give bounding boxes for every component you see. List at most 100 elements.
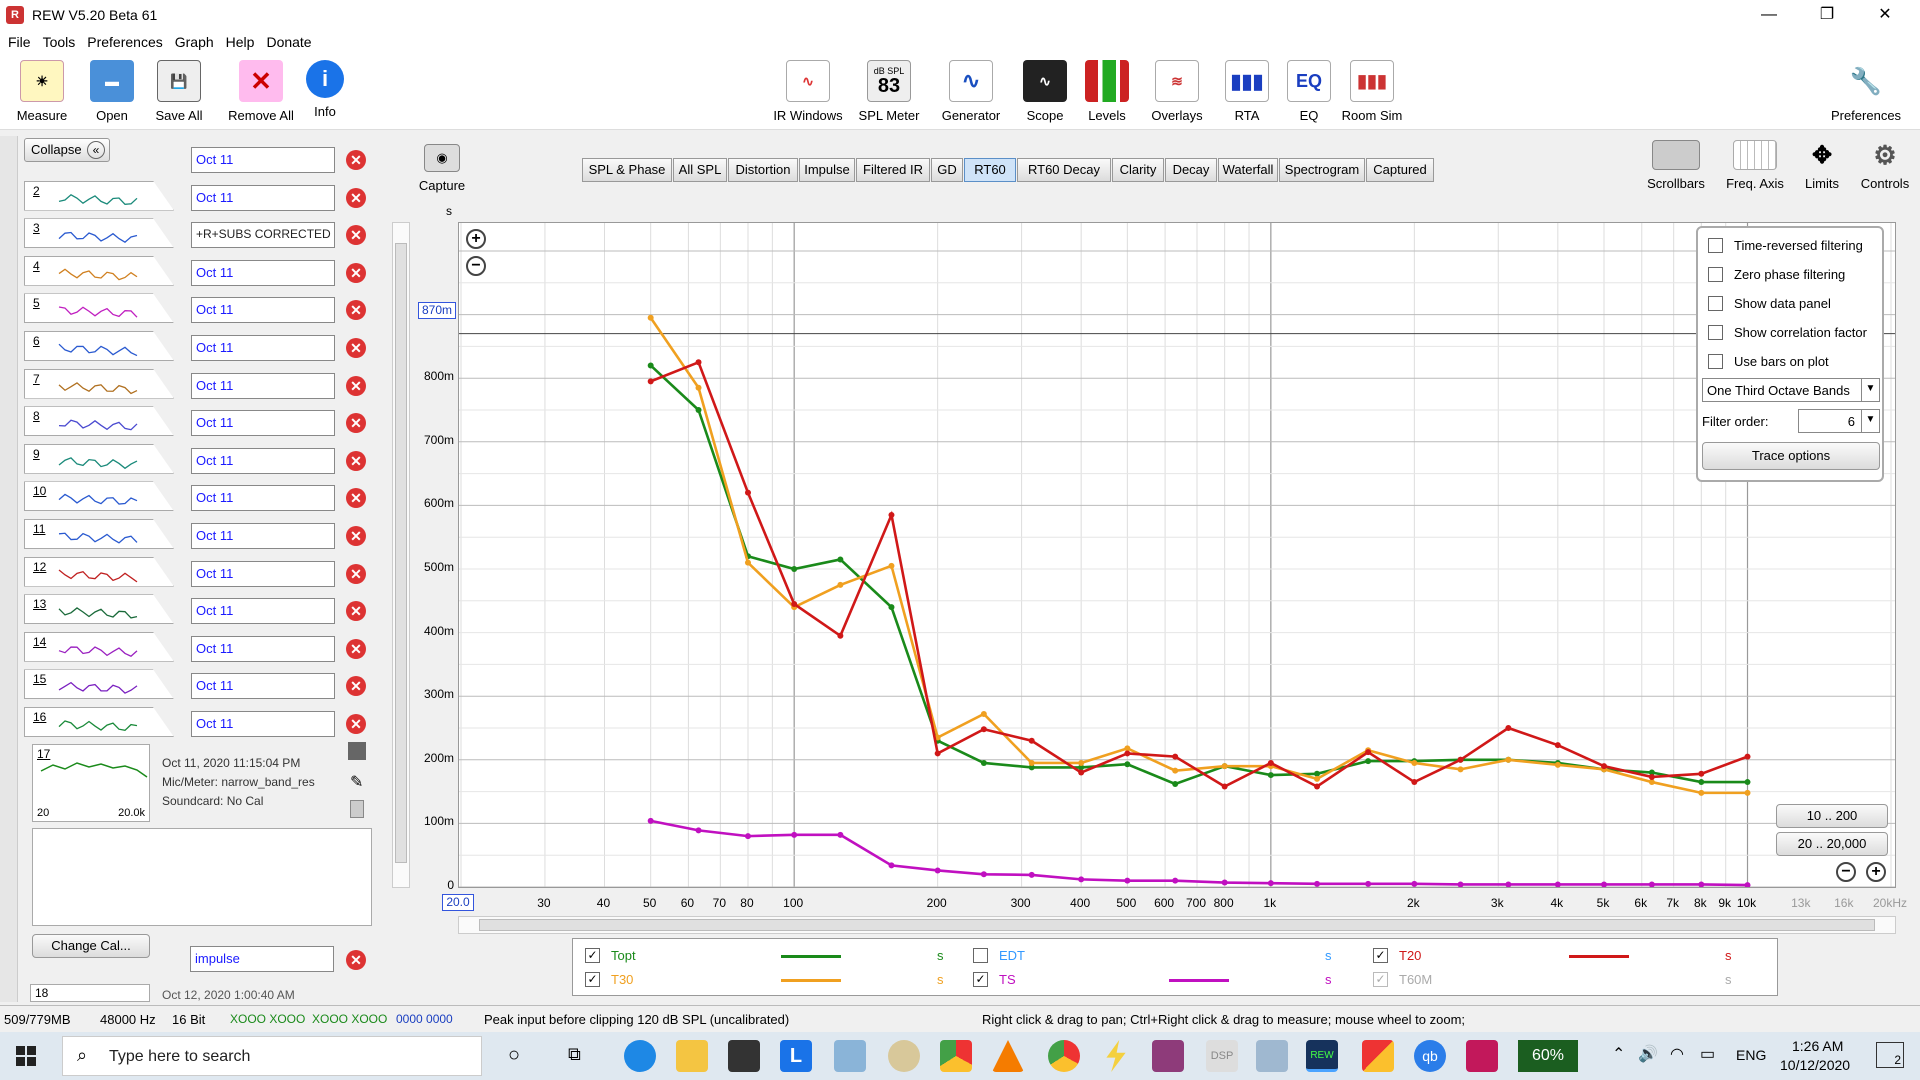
measurement-name-field[interactable]: Oct 11	[191, 184, 335, 211]
delete-measurement-icon[interactable]: ✕	[346, 714, 366, 734]
lightning-icon[interactable]	[1106, 1040, 1126, 1072]
measurement-thumbnail[interactable]: 7	[24, 368, 174, 399]
rew-taskbar-icon[interactable]: REW	[1306, 1040, 1338, 1072]
notes-icon[interactable]	[350, 800, 364, 818]
menu-donate[interactable]: Donate	[266, 34, 311, 50]
show-correlation-checkbox[interactable]: Show correlation factor	[1708, 323, 1886, 343]
checkbox-box[interactable]	[1708, 325, 1723, 340]
time-reversed-checkbox[interactable]: Time-reversed filtering	[1708, 236, 1886, 256]
zoom-out-icon[interactable]: −	[466, 256, 486, 276]
legend-topt[interactable]: ✓ Topt s	[585, 947, 965, 967]
measurements-scrollbar[interactable]	[0, 136, 18, 1002]
legend-checkbox[interactable]: ✓	[1373, 948, 1388, 963]
wifi-icon[interactable]: ◠	[1670, 1044, 1684, 1064]
measurement-row[interactable]: 15 Oct 11 ✕	[24, 666, 380, 702]
rt60-graph[interactable]	[458, 222, 1897, 889]
scope-button[interactable]: ∿ Scope	[1022, 60, 1068, 123]
pencil-icon[interactable]: ✎	[350, 772, 363, 792]
tab-decay[interactable]: Decay	[1165, 158, 1217, 182]
freq-axis-button[interactable]: Freq. Axis	[1720, 140, 1790, 191]
chrome-icon[interactable]	[940, 1040, 972, 1072]
info-button[interactable]: i Info	[306, 60, 344, 119]
trace-options-button[interactable]: Trace options	[1702, 442, 1880, 470]
save-measurement-icon[interactable]	[348, 742, 366, 760]
overlays-button[interactable]: ≋ Overlays	[1146, 60, 1208, 123]
measurement-row[interactable]: 2 Oct 11 ✕	[24, 178, 380, 214]
measurement-row[interactable]: 5 Oct 11 ✕	[24, 290, 380, 326]
maximize-button[interactable]: ❐	[1804, 0, 1850, 30]
measurement-thumbnail[interactable]: 3	[24, 218, 174, 249]
zero-phase-checkbox[interactable]: Zero phase filtering	[1708, 265, 1886, 285]
measurement-row[interactable]: 10 Oct 11 ✕	[24, 478, 380, 514]
measurement-name-field[interactable]: Oct 11	[191, 147, 335, 173]
checkbox-box[interactable]	[1708, 267, 1723, 282]
dsp-icon[interactable]: DSP	[1206, 1040, 1238, 1072]
delete-measurement-icon[interactable]: ✕	[346, 150, 366, 170]
measurement-name-field[interactable]: Oct 11	[191, 485, 335, 512]
measurement-thumbnail[interactable]: 16	[24, 707, 174, 737]
x-zoom-out-icon[interactable]: −	[1836, 862, 1856, 882]
winrar-icon[interactable]	[1152, 1040, 1184, 1072]
measurement-name-field[interactable]: Oct 11	[191, 259, 335, 286]
delete-measurement-icon[interactable]: ✕	[346, 338, 366, 358]
menu-tools[interactable]: Tools	[43, 34, 76, 50]
delete-measurement-icon[interactable]: ✕	[346, 262, 366, 283]
limits-button[interactable]: ✥ Limits	[1798, 140, 1846, 192]
app-l-icon[interactable]: L	[780, 1040, 812, 1072]
measurement-name-field[interactable]: Oct 11	[191, 598, 335, 625]
plot-svg[interactable]	[459, 223, 1897, 889]
tab-clarity[interactable]: Clarity	[1112, 158, 1164, 182]
preferences-button[interactable]: 🔧 Preferences	[1826, 60, 1906, 123]
monitor-icon[interactable]	[834, 1040, 866, 1072]
band-select[interactable]: One Third Octave Bands ▼	[1702, 378, 1880, 402]
measurement-name-field[interactable]: Oct 11	[191, 673, 335, 700]
chevron-down-icon[interactable]: ▼	[1861, 379, 1879, 401]
tablet-icon[interactable]	[1256, 1040, 1288, 1072]
delete-measurement-icon[interactable]: ✕	[346, 526, 366, 546]
tab-spectrogram[interactable]: Spectrogram	[1279, 158, 1365, 182]
measurement-thumbnail[interactable]: 14	[24, 631, 174, 662]
measurement-thumbnail[interactable]: 11	[24, 519, 174, 549]
cortana-icon[interactable]: ○	[508, 1044, 520, 1067]
qbittorrent-icon[interactable]: qb	[1414, 1040, 1446, 1072]
remove-all-button[interactable]: ✕ Remove All	[222, 60, 300, 123]
ir-windows-button[interactable]: ∿ IR Windows	[770, 60, 846, 123]
menu-help[interactable]: Help	[226, 34, 255, 50]
legend-t60m[interactable]: ✓ T60M s	[1373, 971, 1753, 991]
measurement-row[interactable]: 7 Oct 11 ✕	[24, 366, 380, 402]
measurement-row[interactable]: 16 Oct 11 ✕	[24, 704, 380, 740]
measurement-thumbnail[interactable]: 9	[24, 443, 174, 474]
clock-time[interactable]: 1:26 AM	[1792, 1038, 1843, 1054]
legend-t20[interactable]: ✓ T20 s	[1373, 947, 1753, 967]
measurement-row[interactable]: 12 Oct 11 ✕	[24, 554, 380, 590]
measurement-thumbnail[interactable]: 10	[24, 481, 174, 512]
show-data-panel-checkbox[interactable]: Show data panel	[1708, 294, 1886, 314]
edge-icon[interactable]	[624, 1040, 656, 1072]
eq-button[interactable]: EQ EQ	[1286, 60, 1332, 123]
task-view-icon[interactable]: ⧉	[568, 1044, 581, 1065]
legend-t30[interactable]: ✓ T30 s	[585, 971, 965, 991]
clock-date[interactable]: 10/12/2020	[1780, 1057, 1850, 1073]
legend-checkbox[interactable]: ✓	[585, 972, 600, 987]
controls-button[interactable]: ⚙ Controls	[1858, 140, 1912, 192]
legend-checkbox[interactable]: ✓	[1373, 972, 1388, 987]
legend-ts[interactable]: ✓ TS s	[973, 971, 1353, 991]
delete-selected-icon[interactable]: ✕	[346, 950, 366, 970]
measurement-name-field[interactable]: Oct 11	[191, 335, 335, 361]
measurement-row[interactable]: 11 Oct 11 ✕	[24, 516, 380, 552]
vlc-icon[interactable]	[992, 1040, 1024, 1072]
measurement-thumbnail[interactable]: 5	[24, 293, 174, 324]
measure-button[interactable]: ☀ Measure	[14, 60, 70, 123]
measurement-row[interactable]: 8 Oct 11 ✕	[24, 403, 380, 439]
file-explorer-icon[interactable]	[676, 1040, 708, 1072]
vertical-scroll-thumb[interactable]	[395, 243, 407, 863]
levels-button[interactable]: Levels	[1084, 60, 1130, 123]
measurement-name-field[interactable]: Oct 11	[191, 635, 335, 662]
grid-app-icon[interactable]	[1466, 1040, 1498, 1072]
range-20-20000-button[interactable]: 20 .. 20,000	[1776, 832, 1888, 856]
measurement-thumbnail[interactable]: 6	[24, 331, 174, 361]
measurement-name-field[interactable]: Oct 11	[191, 711, 335, 737]
checkbox-box[interactable]	[1708, 296, 1723, 311]
disc-icon[interactable]	[888, 1040, 920, 1072]
delete-measurement-icon[interactable]: ✕	[346, 450, 366, 471]
